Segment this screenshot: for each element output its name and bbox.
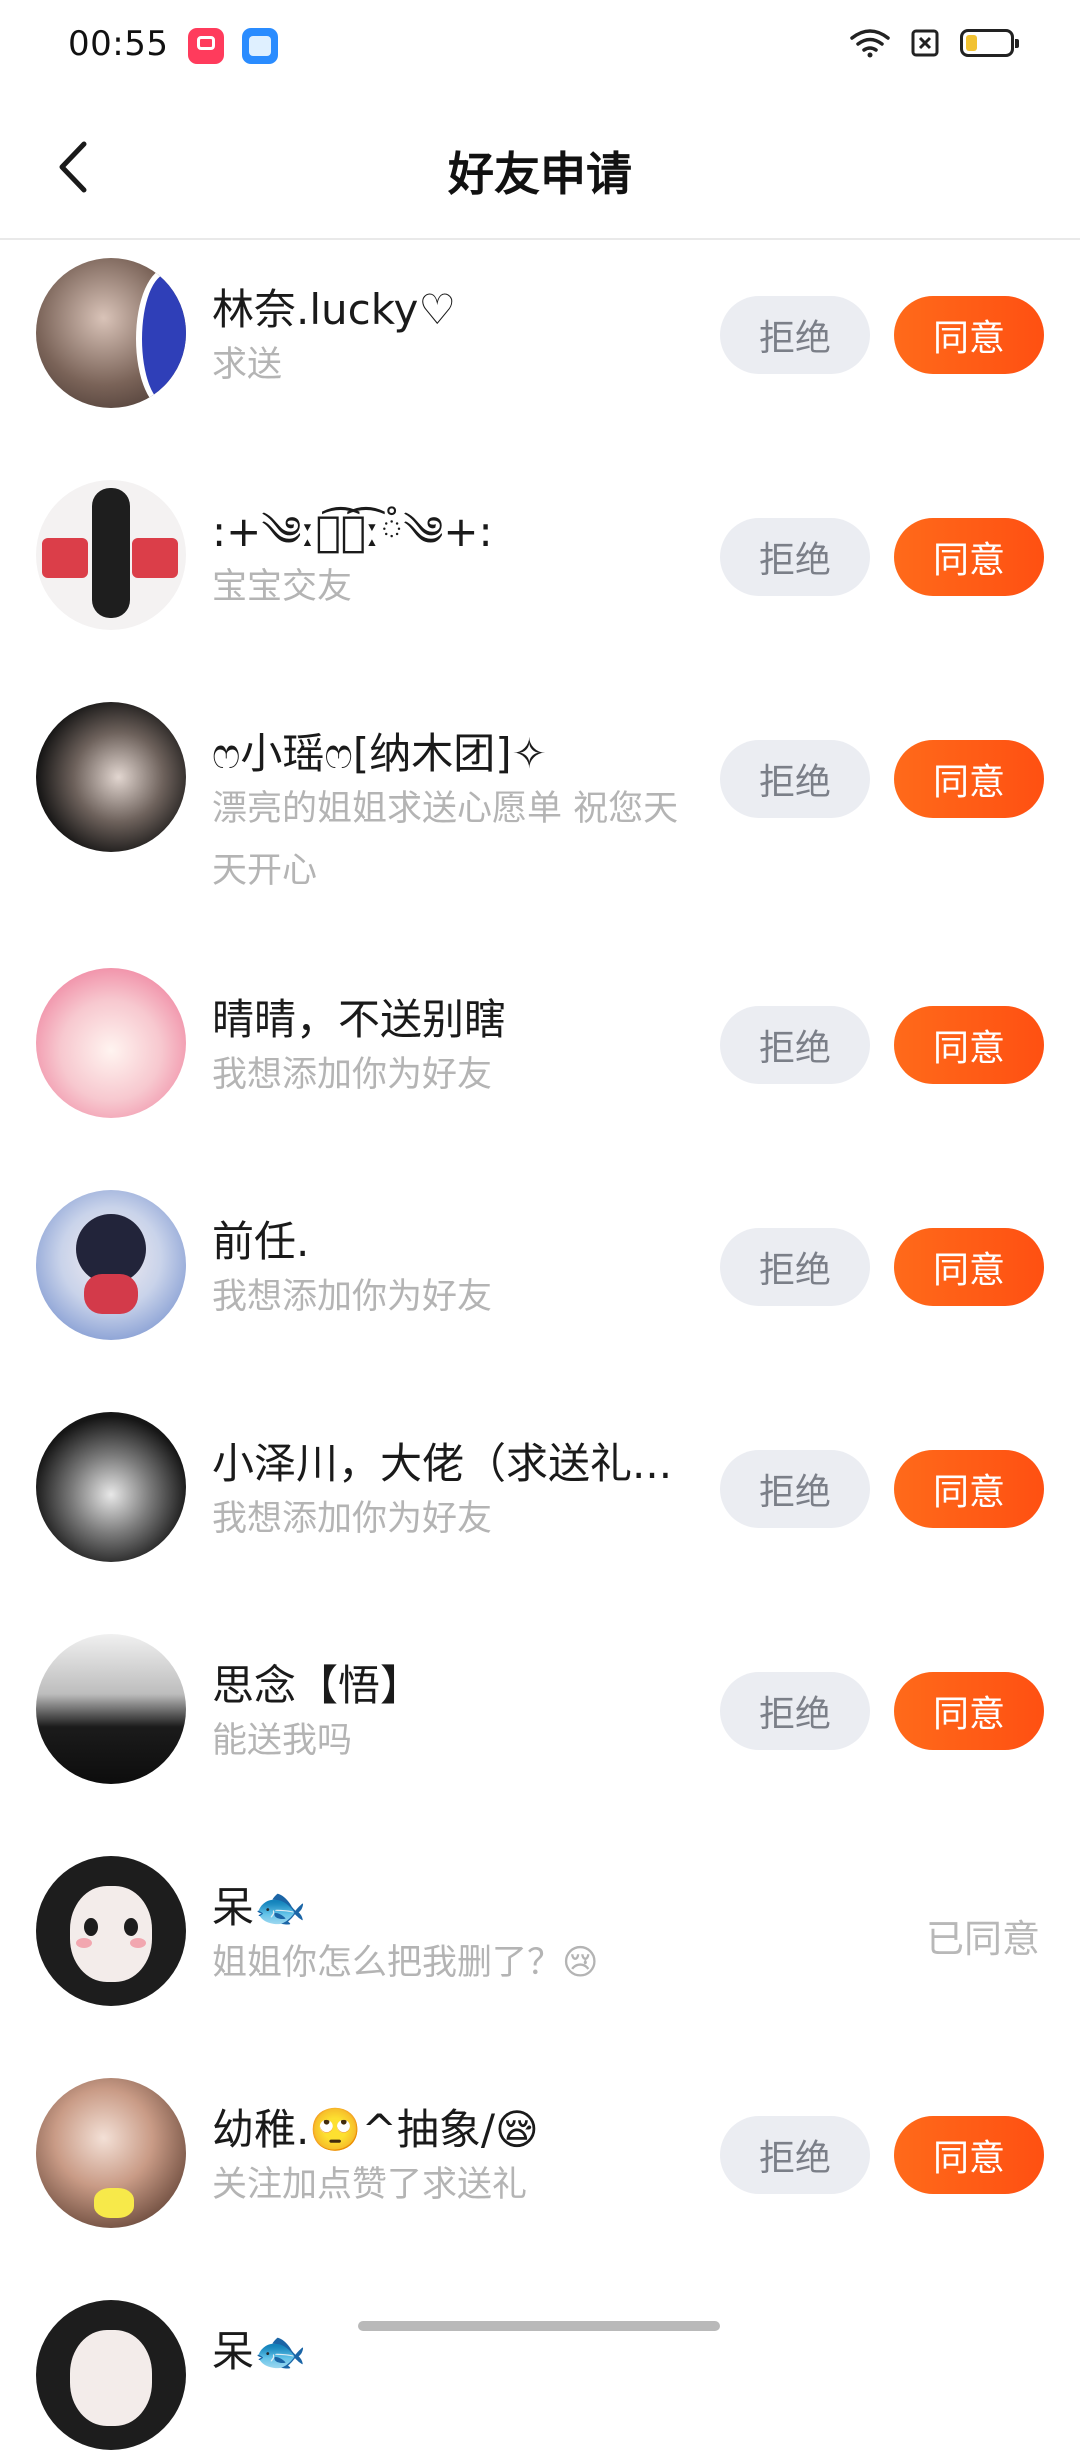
accept-button[interactable]: 同意 [894,1450,1044,1528]
reject-button[interactable]: 拒绝 [720,2116,870,2194]
page-title: 好友申请 [448,147,632,201]
friend-request-row: 前任. 我想添加你为好友 拒绝 同意 [0,1172,1080,1394]
sim-off-icon [911,29,939,57]
requester-name: 呆🐟 [212,1883,307,1932]
friend-request-row: 呆🐟 [0,2282,1080,2450]
request-message: 我想添加你为好友 [212,1499,493,1539]
accept-button[interactable]: 同意 [894,1006,1044,1084]
requester-name: 幼稚.🙄^抽象/😪 [212,2105,539,2154]
requester-name: 小泽川，大佬（求送礼... [212,1439,673,1488]
requester-name: 晴晴，不送别瞎 [212,995,507,1044]
request-message: 姐姐你怎么把我删了？😢 [212,1943,599,1983]
wifi-icon [850,29,890,58]
friend-request-row: 林奈.lucky♡ 求送 拒绝 同意 [0,240,1080,462]
request-message: 宝宝交友 [212,567,353,607]
request-message: 关注加点赞了求送礼 [212,2165,528,2205]
avatar[interactable] [36,1634,186,1784]
request-message: 我想添加你为好友 [212,1055,493,1095]
avatar[interactable] [36,2078,186,2228]
reject-button[interactable]: 拒绝 [720,1450,870,1528]
request-message: 漂亮的姐姐求送心愿单 祝您天天开心 [212,789,679,891]
avatar[interactable] [36,258,186,408]
avatar[interactable] [36,702,186,852]
requester-name: 思念【悟】 [212,1661,423,1710]
battery-level [966,35,977,51]
request-message: 我想添加你为好友 [212,1277,493,1317]
avatar[interactable] [36,2300,186,2450]
friend-request-row: 小泽川，大佬（求送礼... 我想添加你为好友 拒绝 同意 [0,1394,1080,1616]
reject-button[interactable]: 拒绝 [720,1228,870,1306]
reject-button[interactable]: 拒绝 [720,740,870,818]
reject-button[interactable]: 拒绝 [720,518,870,596]
friend-request-row: 思念【悟】 能送我吗 拒绝 同意 [0,1616,1080,1838]
system-status-icons [850,28,1019,58]
requester-name: 林奈.lucky♡ [212,285,457,334]
friend-request-row: :+༄ːཾ͡瑾͡ːཾ༄+: 宝宝交友 拒绝 同意 [0,462,1080,684]
friend-request-row: 幼稚.🙄^抽象/😪 关注加点赞了求送礼 拒绝 同意 [0,2060,1080,2282]
avatar[interactable] [36,968,186,1118]
reject-button[interactable]: 拒绝 [720,296,870,374]
header: 好友申请 [0,96,1080,240]
friend-request-list: 林奈.lucky♡ 求送 拒绝 同意 :+༄ːཾ͡瑾͡ːཾ༄+: 宝宝交友 拒绝… [0,240,1080,2450]
friend-request-row: 晴晴，不送别瞎 我想添加你为好友 拒绝 同意 [0,950,1080,1172]
requester-name: ෆ小瑶ෆ[纳木团]✧ [212,729,547,778]
friend-request-row: ෆ小瑶ෆ[纳木团]✧ 漂亮的姐姐求送心愿单 祝您天天开心 拒绝 同意 [0,684,1080,950]
accept-button[interactable]: 同意 [894,296,1044,374]
app-notification-icon [242,28,278,64]
friend-request-row: 呆🐟 姐姐你怎么把我删了？😢 已同意 [0,1838,1080,2060]
avatar[interactable] [36,1190,186,1340]
status-time: 00:55 [68,24,169,64]
avatar[interactable] [36,1412,186,1562]
requester-name: 前任. [212,1217,310,1266]
accept-button[interactable]: 同意 [894,1228,1044,1306]
accept-button[interactable]: 同意 [894,740,1044,818]
avatar[interactable] [36,1856,186,2006]
request-message: 求送 [212,345,283,385]
requester-name: 呆🐟 [212,2327,307,2376]
status-bar: 00:55 [0,0,1080,96]
reject-button[interactable]: 拒绝 [720,1672,870,1750]
requester-name: :+༄ːཾ͡瑾͡ːཾ༄+: [212,507,493,556]
accepted-status: 已同意 [925,1917,1040,1961]
home-indicator[interactable] [358,2321,720,2331]
request-message: 能送我吗 [212,1721,353,1761]
accept-button[interactable]: 同意 [894,1672,1044,1750]
battery-icon [960,29,1019,57]
accept-button[interactable]: 同意 [894,518,1044,596]
app-notification-icon [188,28,224,64]
reject-button[interactable]: 拒绝 [720,1006,870,1084]
avatar[interactable] [36,480,186,630]
accept-button[interactable]: 同意 [894,2116,1044,2194]
